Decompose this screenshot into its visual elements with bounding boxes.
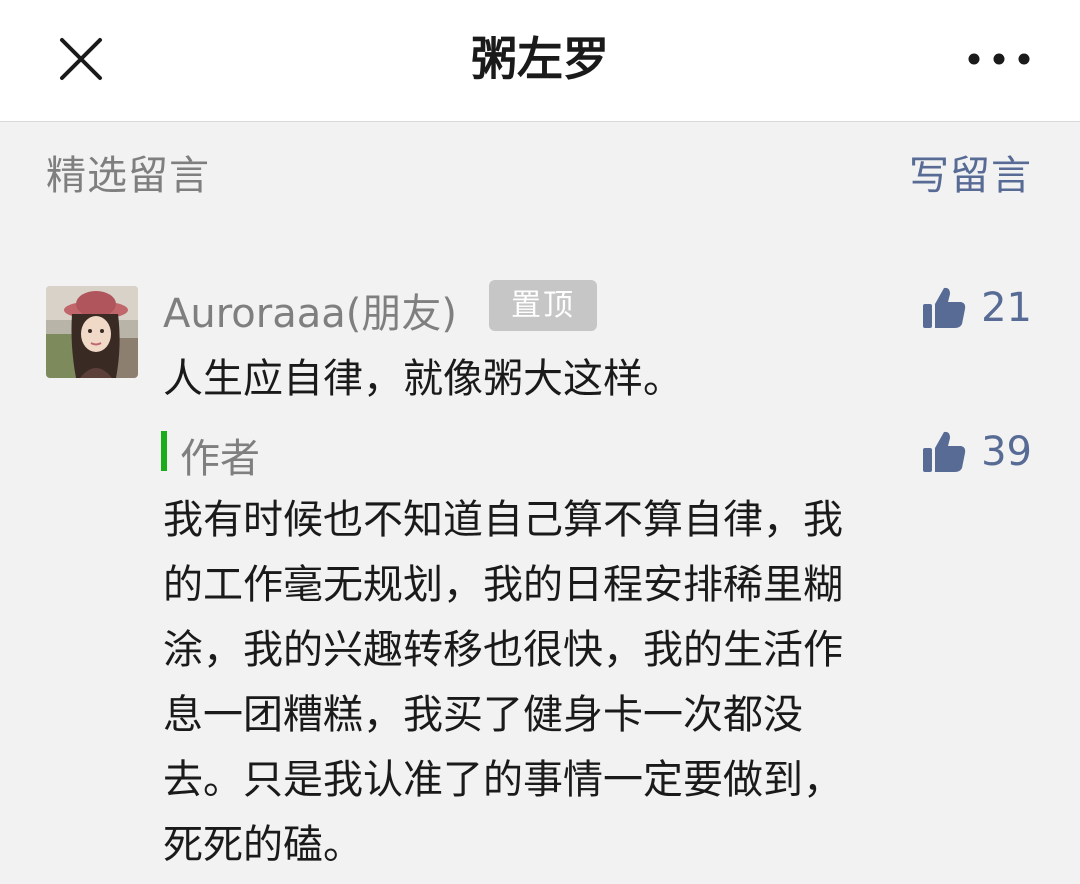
top-bar: 粥左罗 bbox=[0, 0, 1080, 122]
comment-like-count: 21 bbox=[981, 285, 1032, 331]
comment-text: 人生应自律，就像粥大这样。 bbox=[163, 356, 683, 402]
reply-line: 死死的磕。 bbox=[163, 822, 363, 868]
reply-like-count: 39 bbox=[981, 429, 1032, 475]
thumbs-up-icon bbox=[923, 287, 966, 328]
pinned-badge: 置顶 bbox=[489, 280, 597, 331]
page-title: 粥左罗 bbox=[471, 32, 609, 86]
author-label: 作者 bbox=[180, 436, 260, 482]
reply-line: 涂，我的兴趣转移也很快，我的生活作 bbox=[163, 627, 843, 673]
reply-line: 去。只是我认准了的事情一定要做到， bbox=[163, 757, 843, 803]
commenter-name[interactable]: Auroraaa(朋友) bbox=[163, 281, 457, 339]
write-comment-link[interactable]: 写留言 bbox=[909, 143, 1032, 201]
more-button[interactable] bbox=[962, 42, 1036, 76]
reply-like-button[interactable]: 39 bbox=[921, 424, 1032, 480]
reply-line: 我有时候也不知道自己算不算自律，我 bbox=[163, 497, 843, 543]
more-icon bbox=[968, 53, 1030, 65]
thumbs-up-icon bbox=[923, 431, 966, 472]
comment-like-button[interactable]: 21 bbox=[921, 280, 1032, 336]
reply-line: 息一团糟糕，我买了健身卡一次都没 bbox=[163, 692, 803, 738]
author-reply-text: 我有时候也不知道自己算不算自律，我 的工作毫无规划，我的日程安排稀里糊 涂，我的… bbox=[163, 488, 993, 878]
section-title: 精选留言 bbox=[46, 153, 210, 199]
avatar[interactable] bbox=[46, 286, 138, 378]
author-reply-marker bbox=[161, 431, 167, 471]
reply-line: 的工作毫无规划，我的日程安排稀里糊 bbox=[163, 562, 843, 608]
